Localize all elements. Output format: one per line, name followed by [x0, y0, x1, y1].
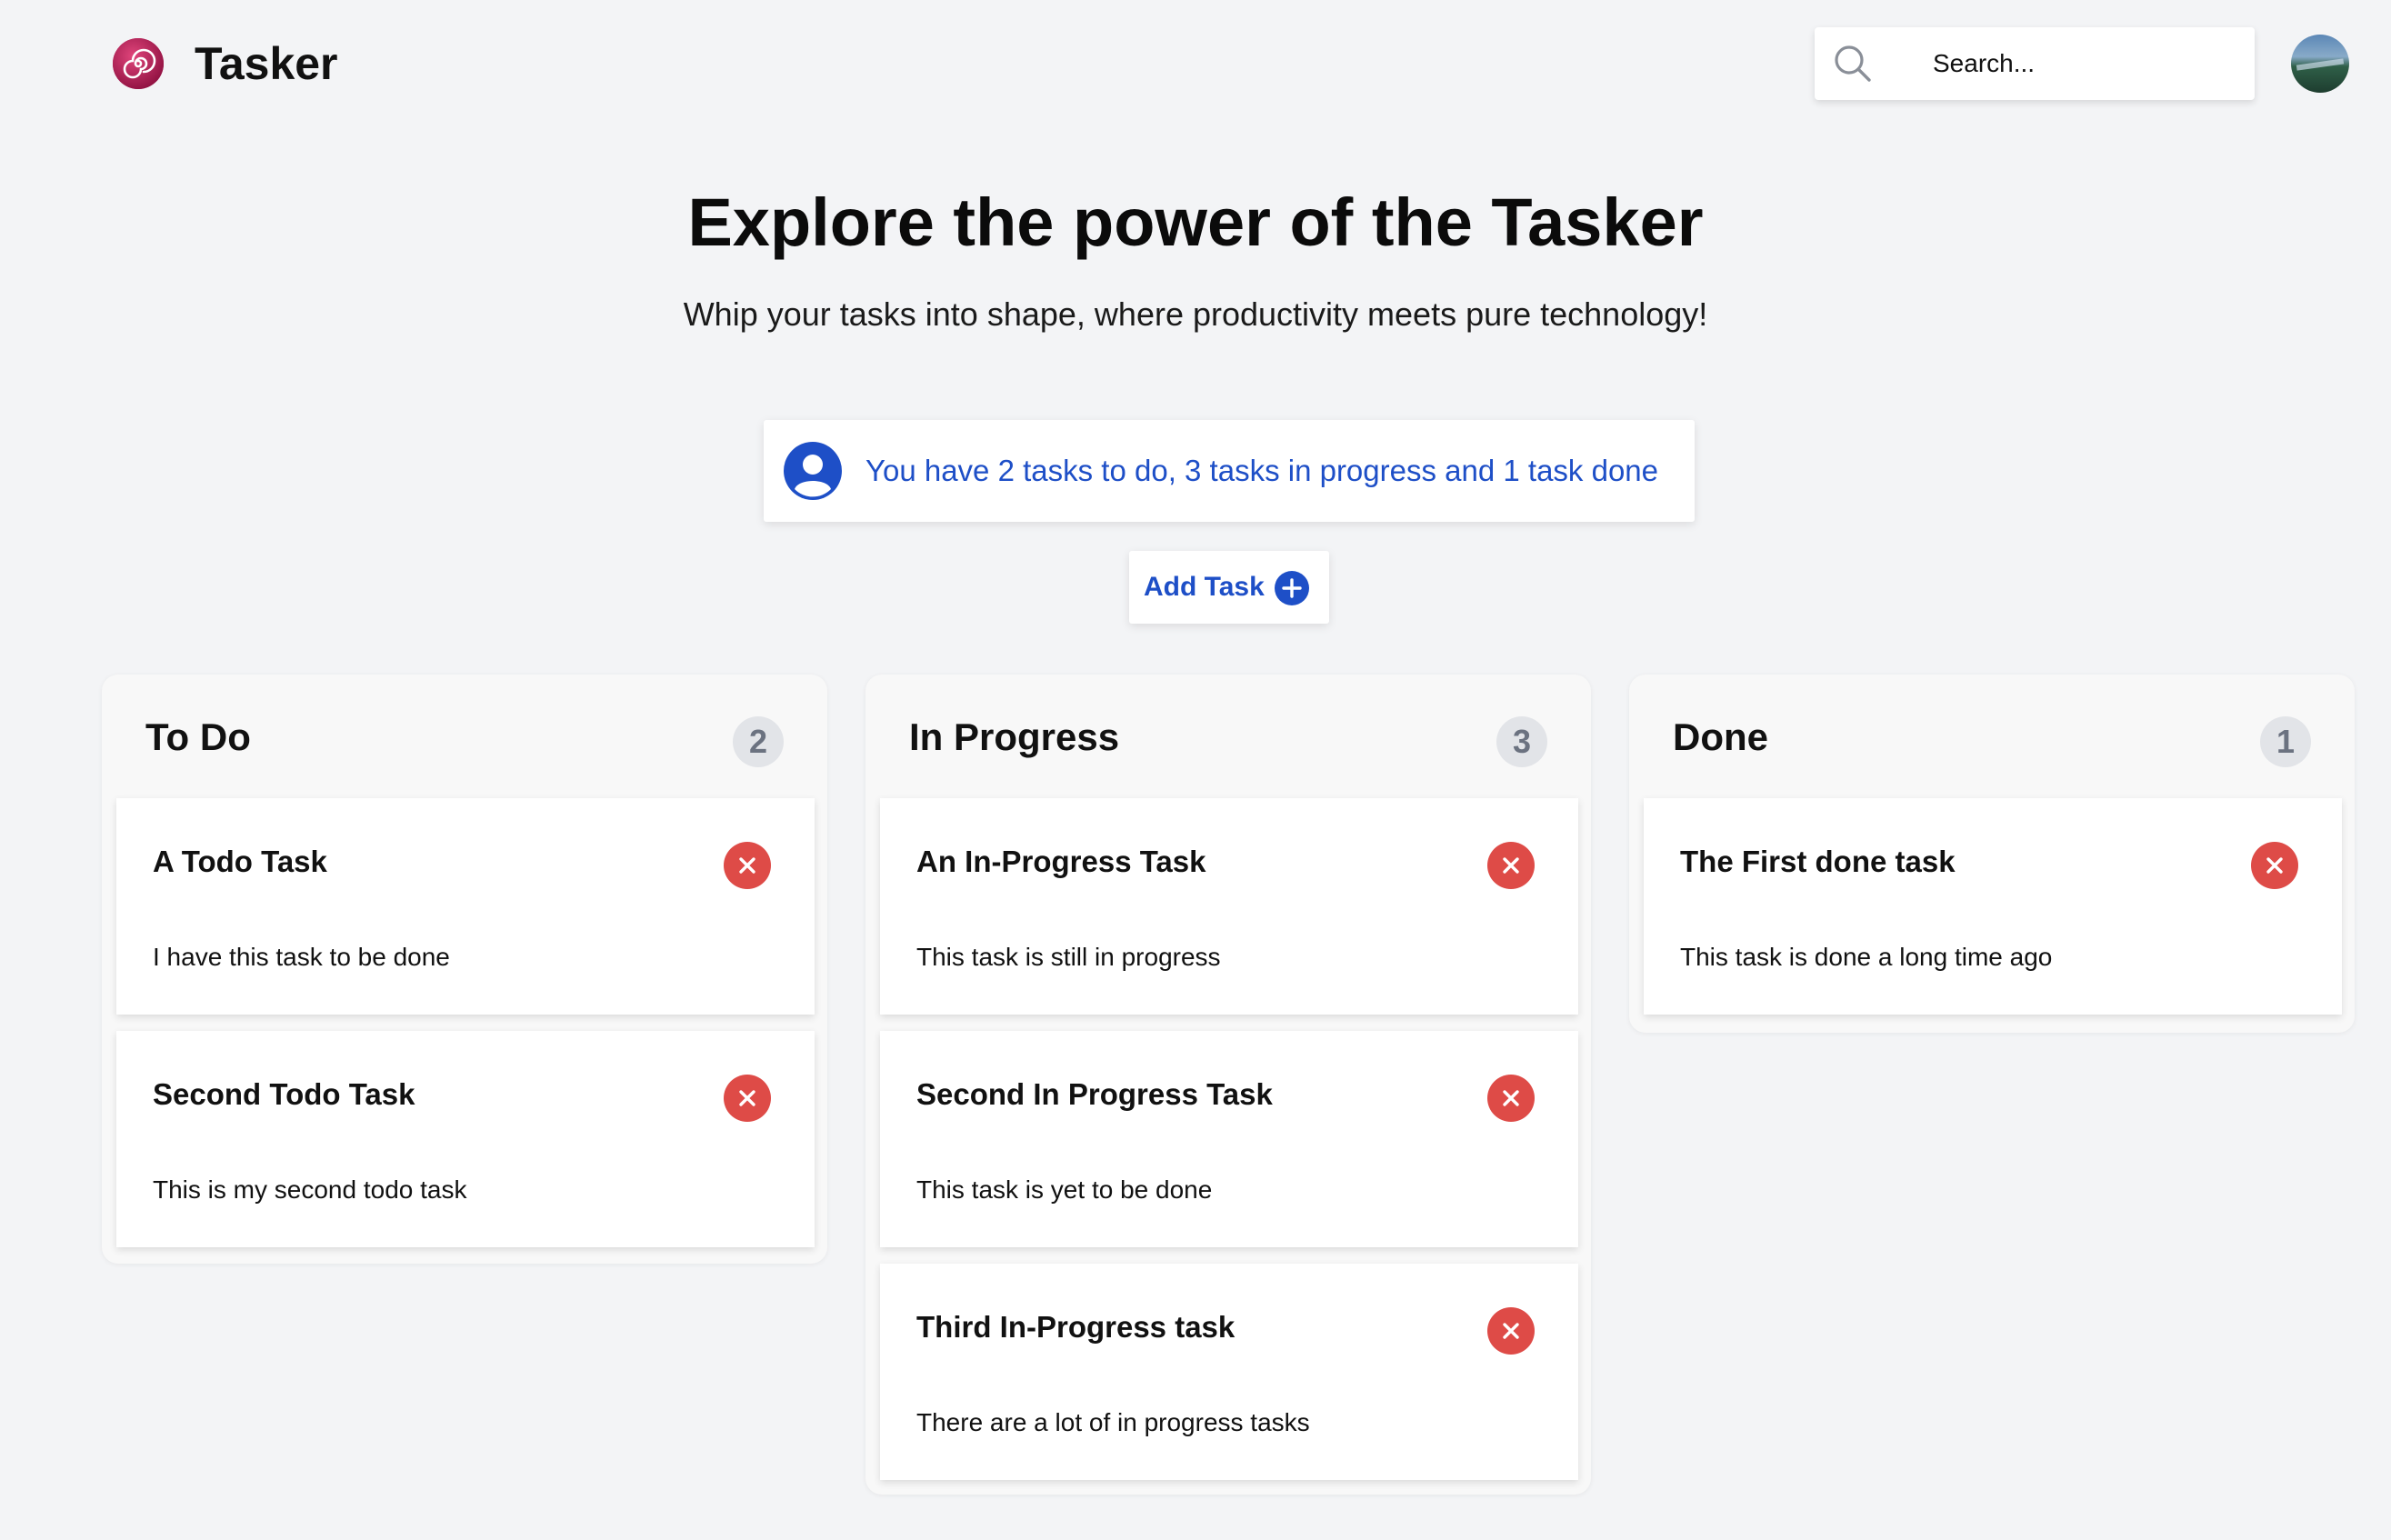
search-input[interactable]	[1933, 40, 2233, 87]
column-title: To Do	[145, 715, 251, 758]
close-icon	[1503, 1323, 1519, 1339]
delete-task-button[interactable]	[1487, 1075, 1535, 1122]
task-description: This is my second todo task	[153, 1175, 467, 1204]
delete-task-button[interactable]	[1487, 842, 1535, 889]
task-title: Second In Progress Task	[916, 1077, 1273, 1111]
column-done: Done 1 The First done task This task is …	[1629, 675, 2355, 1033]
close-icon	[739, 1090, 755, 1106]
column-in-progress: In Progress 3 An In-Progress Task This t…	[865, 675, 1591, 1495]
task-description: This task is yet to be done	[916, 1175, 1213, 1204]
brand-name[interactable]: Tasker	[195, 35, 338, 93]
column-count-badge: 2	[733, 716, 784, 767]
close-icon	[2266, 857, 2283, 874]
column-title: In Progress	[909, 715, 1120, 758]
spiral-logo-icon[interactable]	[111, 36, 165, 91]
tasker-page: Tasker Explore the power of the Tasker W…	[0, 0, 2391, 1540]
task-title: A Todo Task	[153, 845, 327, 878]
task-card[interactable]: Second Todo Task This is my second todo …	[116, 1031, 815, 1247]
task-card[interactable]: A Todo Task I have this task to be done	[116, 798, 815, 1015]
task-summary-text: You have 2 tasks to do, 3 tasks in progr…	[865, 454, 1659, 487]
close-icon	[1503, 857, 1519, 874]
column-title: Done	[1673, 715, 1768, 758]
add-task-label: Add Task	[1144, 572, 1265, 602]
plus-circle-icon	[1275, 571, 1309, 605]
avatar[interactable]	[2291, 35, 2349, 93]
delete-task-button[interactable]	[724, 842, 771, 889]
search-box[interactable]	[1815, 27, 2255, 100]
delete-task-button[interactable]	[1487, 1307, 1535, 1355]
search-icon	[1835, 45, 1871, 82]
task-title: An In-Progress Task	[916, 845, 1206, 878]
task-summary-banner: You have 2 tasks to do, 3 tasks in progr…	[764, 420, 1695, 522]
column-count-badge: 1	[2260, 716, 2311, 767]
close-icon	[739, 857, 755, 874]
delete-task-button[interactable]	[2251, 842, 2298, 889]
task-description: This task is still in progress	[916, 943, 1221, 971]
task-description: I have this task to be done	[153, 943, 450, 971]
column-count-badge: 3	[1496, 716, 1547, 767]
task-title: Third In-Progress task	[916, 1310, 1236, 1344]
task-card[interactable]: An In-Progress Task This task is still i…	[880, 798, 1578, 1015]
task-card[interactable]: Second In Progress Task This task is yet…	[880, 1031, 1578, 1247]
column-todo: To Do 2 A Todo Task I have this task to …	[102, 675, 827, 1264]
page-title: Explore the power of the Tasker	[687, 185, 1704, 260]
add-task-button[interactable]: Add Task	[1129, 551, 1329, 624]
task-card[interactable]: The First done task This task is done a …	[1644, 798, 2342, 1015]
task-card[interactable]: Third In-Progress task There are a lot o…	[880, 1264, 1578, 1480]
task-description: There are a lot of in progress tasks	[916, 1408, 1310, 1436]
task-title: The First done task	[1680, 845, 1956, 878]
avatar-image-detail	[2296, 58, 2345, 71]
page-subtitle: Whip your tasks into shape, where produc…	[683, 295, 1708, 333]
user-circle-icon	[784, 442, 842, 500]
close-icon	[1503, 1090, 1519, 1106]
delete-task-button[interactable]	[724, 1075, 771, 1122]
task-title: Second Todo Task	[153, 1077, 415, 1111]
task-description: This task is done a long time ago	[1680, 943, 2053, 971]
